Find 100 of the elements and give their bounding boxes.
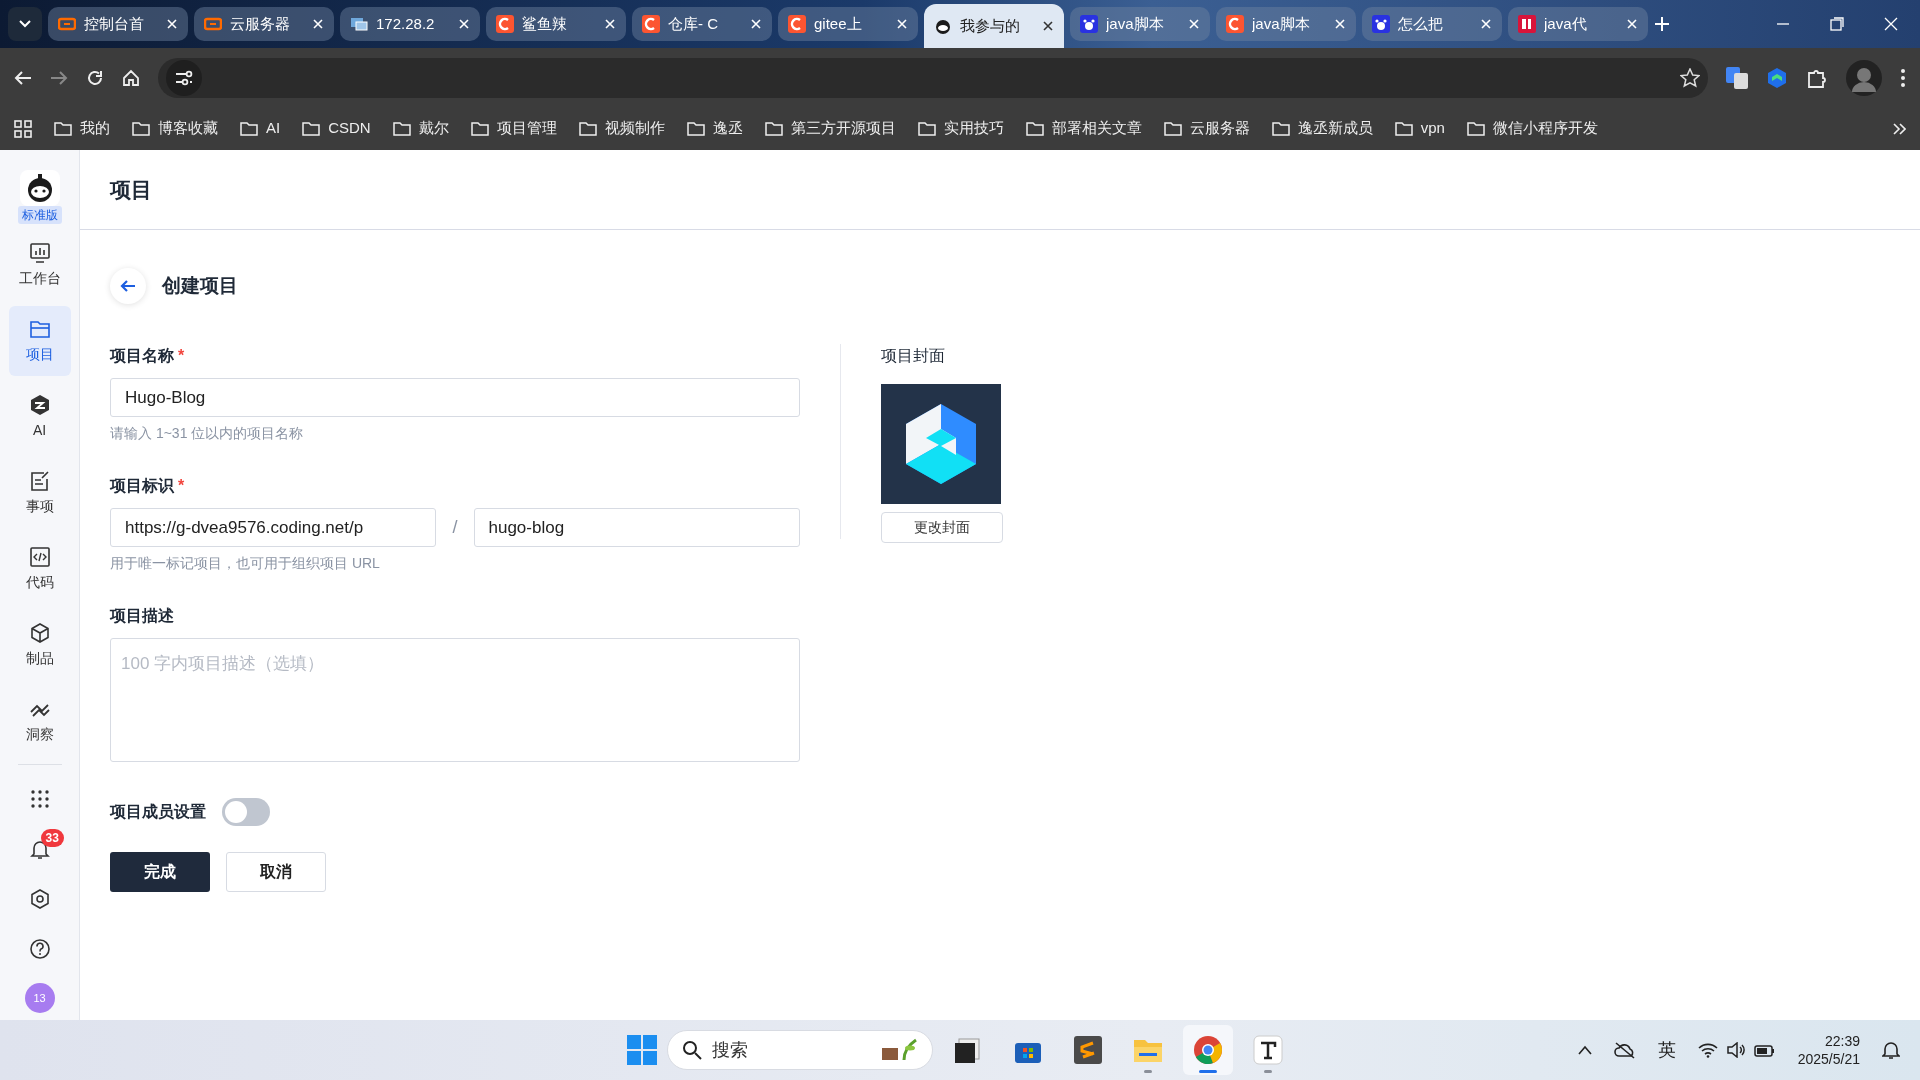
cube-logo-icon xyxy=(881,384,1001,504)
sidebar-item[interactable]: 洞察 xyxy=(8,686,71,756)
bookmark-folder[interactable]: 我的 xyxy=(54,117,110,140)
submit-button[interactable]: 完成 xyxy=(110,852,210,892)
chrome-icon xyxy=(1193,1035,1223,1065)
back-arrow-icon xyxy=(120,279,136,293)
browser-tab[interactable]: java脚本 xyxy=(1216,7,1356,41)
bookmark-folder[interactable]: 云服务器 xyxy=(1163,117,1250,140)
sidebar-item[interactable]: 项目 xyxy=(8,306,71,376)
paw-icon xyxy=(1080,15,1098,33)
page-title: 项目 xyxy=(110,176,152,203)
sidebar-item[interactable]: 事项 xyxy=(8,458,71,528)
description-field[interactable]: 100 字内项目描述（选填） xyxy=(110,638,800,762)
bookmark-folder[interactable]: 微信小程序开发 xyxy=(1466,117,1598,140)
bookmark-folder[interactable]: 逸丞新成员 xyxy=(1271,117,1373,140)
toggle-switch[interactable] xyxy=(222,798,270,826)
bookmark-folder[interactable]: 实用技巧 xyxy=(917,117,1004,140)
sidebar-item[interactable]: AI xyxy=(8,382,71,452)
cube-icon xyxy=(28,621,51,644)
bookmark-folder[interactable]: 部署相关文章 xyxy=(1025,117,1142,140)
letter-t-icon xyxy=(1253,1035,1283,1065)
field-hint: 用于唯一标记项目，也可用于组织项目 URL xyxy=(110,554,381,573)
restore-icon[interactable] xyxy=(1830,17,1844,31)
required-mark: * xyxy=(178,477,185,494)
s-logo-icon xyxy=(1073,1035,1103,1065)
bookmark-folder[interactable]: 逸丞 xyxy=(686,117,743,140)
bookmark-folder[interactable]: 戴尔 xyxy=(392,117,449,140)
chevron-up-icon[interactable] xyxy=(1577,1045,1592,1055)
change-cover-button[interactable]: 更改封面 xyxy=(881,512,1003,543)
field-label: 项目标识 xyxy=(110,477,174,494)
battery-icon[interactable] xyxy=(1753,1042,1776,1058)
folder-icon xyxy=(392,121,411,136)
folder-icon xyxy=(132,121,150,136)
url-prefix-field[interactable]: https://g-dvea9576.coding.net/p xyxy=(110,508,437,547)
back-button[interactable] xyxy=(110,268,146,304)
browser-tab[interactable]: 控制台首 xyxy=(48,7,188,41)
browser-tab[interactable]: 怎么把 xyxy=(1362,7,1502,41)
browser-tab[interactable]: 我参与的 xyxy=(924,4,1064,48)
translate-icon[interactable] xyxy=(1726,66,1748,89)
folder-icon xyxy=(1163,121,1182,136)
chevron-down-icon xyxy=(18,19,32,29)
avatar-icon[interactable] xyxy=(1846,59,1882,96)
folder-icon xyxy=(1025,121,1044,136)
folder-icon xyxy=(1394,121,1413,136)
back-arrow-icon[interactable] xyxy=(14,69,32,86)
clock-date[interactable]: 2025/5/21 xyxy=(1797,1050,1860,1069)
bookmark-folder[interactable]: 视频制作 xyxy=(578,117,665,140)
monkey-logo-icon[interactable] xyxy=(19,170,60,206)
notifications-button[interactable]: 33 xyxy=(8,827,71,871)
bookmark-folder[interactable]: 第三方开源项目 xyxy=(764,117,896,140)
home-icon[interactable] xyxy=(122,68,140,87)
folder-icon xyxy=(302,121,321,136)
sidebar-item[interactable]: 代码 xyxy=(8,534,71,604)
folder-icon xyxy=(764,121,783,136)
input-method-indicator[interactable]: 英 xyxy=(1657,1036,1676,1064)
browser-tab[interactable]: gitee上 xyxy=(778,7,918,41)
browser-tab[interactable]: 172.28.2 xyxy=(340,7,480,41)
star-icon[interactable] xyxy=(1680,67,1700,88)
folder-icon xyxy=(470,121,489,136)
cloud-off-icon[interactable] xyxy=(1613,1041,1636,1059)
apps-grid-icon[interactable] xyxy=(14,119,32,138)
bookmark-folder[interactable]: AI xyxy=(240,117,281,140)
logo-icon xyxy=(1518,15,1536,33)
hexagon-icon xyxy=(28,393,51,416)
speaker-icon[interactable] xyxy=(1725,1042,1746,1058)
more-icon[interactable] xyxy=(1900,67,1906,88)
bookmark-folder[interactable]: vpn xyxy=(1394,117,1445,140)
plus-icon[interactable] xyxy=(1654,16,1670,32)
chevron-double-right-icon[interactable] xyxy=(1892,122,1906,135)
bookmark-folder[interactable]: 博客收藏 xyxy=(132,117,218,140)
start-icon[interactable] xyxy=(627,1035,657,1065)
bookmark-folder[interactable]: 项目管理 xyxy=(470,117,557,140)
browser-tab[interactable]: 云服务器 xyxy=(194,7,334,41)
project-id-field[interactable]: hugo-blog xyxy=(473,508,800,547)
tab-search-button[interactable] xyxy=(8,7,42,41)
window-stack-icon xyxy=(953,1035,983,1065)
reload-icon[interactable] xyxy=(86,68,104,87)
letter-c-icon xyxy=(496,15,514,33)
wifi-icon[interactable] xyxy=(1697,1042,1718,1058)
browser-tab[interactable]: java代 xyxy=(1508,7,1648,41)
folder-icon xyxy=(917,121,936,136)
dots-grid-icon xyxy=(29,789,50,809)
browser-tab[interactable]: java脚本 xyxy=(1070,7,1210,41)
hexagon-icon[interactable] xyxy=(1766,66,1788,89)
close-icon[interactable] xyxy=(1042,20,1054,32)
bracket-icon xyxy=(58,15,76,33)
bookmark-folder[interactable]: CSDN xyxy=(302,117,371,140)
cancel-button[interactable]: 取消 xyxy=(226,852,326,892)
site-settings-icon[interactable] xyxy=(166,59,202,96)
clock-time[interactable]: 22:39 xyxy=(1797,1031,1860,1050)
browser-tab[interactable]: 仓库- C xyxy=(632,7,772,41)
folder-icon xyxy=(240,121,258,136)
sidebar-item[interactable]: 工作台 xyxy=(8,230,71,300)
browser-tab[interactable]: 鲨鱼辣 xyxy=(486,7,626,41)
sidebar-item[interactable]: 制品 xyxy=(8,610,71,680)
paw-icon xyxy=(1372,15,1390,33)
taskbar-search-field[interactable]: 搜索 xyxy=(667,1030,933,1070)
project-name-field[interactable]: Hugo-Blog xyxy=(110,378,800,417)
required-mark: * xyxy=(178,347,185,364)
bell-icon[interactable] xyxy=(1882,1040,1900,1060)
